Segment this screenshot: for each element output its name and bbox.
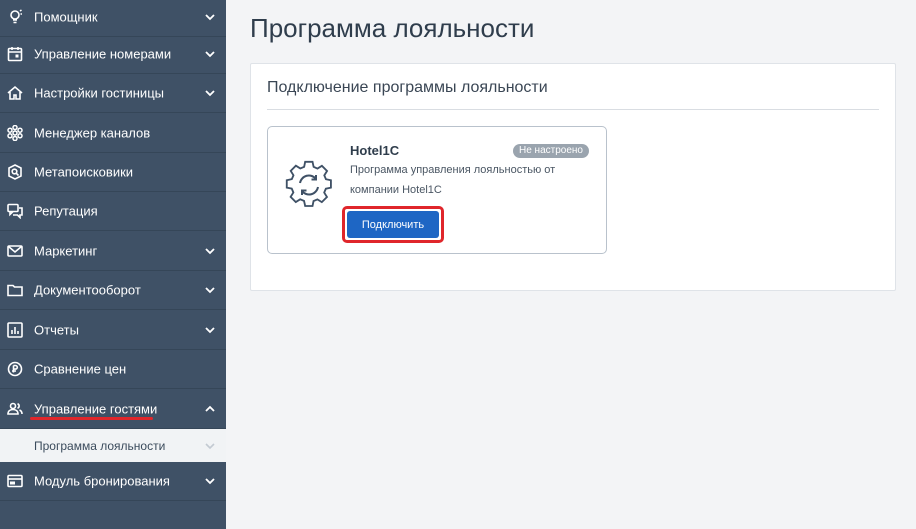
sidebar-item-metasearch[interactable]: Метапоисковики — [0, 153, 226, 192]
home-icon — [7, 85, 23, 101]
price-compare-icon — [7, 361, 23, 377]
sidebar-item-label: Настройки гостиницы — [34, 85, 164, 101]
sidebar-subitem-label: Программа лояльности — [34, 438, 166, 453]
sidebar-item-reputation[interactable]: Репутация — [0, 192, 226, 231]
page-title: Программа лояльности — [250, 13, 535, 43]
chevron-up-icon — [205, 405, 215, 412]
connect-button[interactable]: Подключить — [347, 211, 439, 238]
sidebar-item-rooms[interactable]: Управление номерами — [0, 35, 226, 74]
sidebar-item-label: Менеджер каналов — [34, 125, 151, 141]
sidebar-item-label: Документооборот — [34, 282, 141, 298]
sidebar-item-price-compare[interactable]: Сравнение цен — [0, 350, 226, 389]
sidebar-item-label: Управление гостями — [34, 401, 158, 417]
sidebar-item-reports[interactable]: Отчеты — [0, 311, 226, 350]
metasearch-icon — [7, 164, 23, 180]
chevron-down-icon — [205, 327, 215, 334]
mail-icon — [7, 243, 23, 259]
integration-description: Программа управления лояльностью от комп… — [350, 164, 556, 196]
sidebar-item-channel-manager[interactable]: Менеджер каналов — [0, 114, 226, 153]
sidebar-item-label: Управление номерами — [34, 46, 172, 62]
booking-icon — [7, 473, 23, 489]
guests-icon — [7, 401, 23, 417]
sidebar-item-label: Сравнение цен — [34, 361, 127, 377]
sidebar-item-label: Метапоисковики — [34, 164, 134, 180]
sync-gear-icon — [285, 160, 332, 207]
sidebar-item-documents[interactable]: Документооборот — [0, 271, 226, 310]
chevron-down-icon — [205, 248, 215, 255]
sidebar-item-label: Маркетинг — [34, 243, 98, 259]
sidebar-item-hotel-settings[interactable]: Настройки гостиницы — [0, 74, 226, 113]
guests-highlight-underline — [30, 417, 153, 420]
sidebar-item-assistant[interactable]: Помощник — [0, 0, 226, 37]
sidebar: Помощник Управление номерами Настройки г… — [0, 0, 226, 529]
chevron-down-icon — [205, 14, 215, 21]
main-content: Программа лояльности Подключение програм… — [226, 0, 916, 529]
chevron-down-icon — [205, 287, 215, 294]
integration-name: Hotel1C — [350, 143, 400, 158]
bar-chart-icon — [7, 322, 23, 338]
sidebar-item-label: Помощник — [34, 9, 98, 25]
panel-divider — [267, 109, 879, 110]
loyalty-panel: Подключение программы лояльности Hotel1C… — [250, 63, 896, 291]
chevron-down-icon — [205, 442, 215, 449]
chevron-down-icon — [205, 51, 215, 58]
sidebar-subitem-loyalty[interactable]: Программа лояльности — [0, 429, 226, 462]
sidebar-item-marketing[interactable]: Маркетинг — [0, 232, 226, 271]
sidebar-item-guests[interactable]: Управление гостями — [0, 390, 226, 429]
panel-title: Подключение программы лояльности — [267, 79, 548, 96]
sidebar-item-label: Репутация — [34, 203, 98, 219]
sidebar-item-label: Модуль бронирования — [34, 473, 170, 489]
integration-card: Hotel1C Не настроено Программа управлени… — [267, 126, 607, 254]
folder-icon — [7, 282, 23, 298]
channels-icon — [7, 125, 23, 141]
sidebar-item-booking-module[interactable]: Модуль бронирования — [0, 462, 226, 501]
chevron-down-icon — [205, 90, 215, 97]
lightbulb-icon — [7, 9, 23, 25]
chat-icon — [7, 203, 23, 219]
status-badge: Не настроено — [513, 144, 589, 158]
sidebar-item-label: Отчеты — [34, 322, 79, 338]
calendar-icon — [7, 46, 23, 62]
chevron-down-icon — [205, 478, 215, 485]
